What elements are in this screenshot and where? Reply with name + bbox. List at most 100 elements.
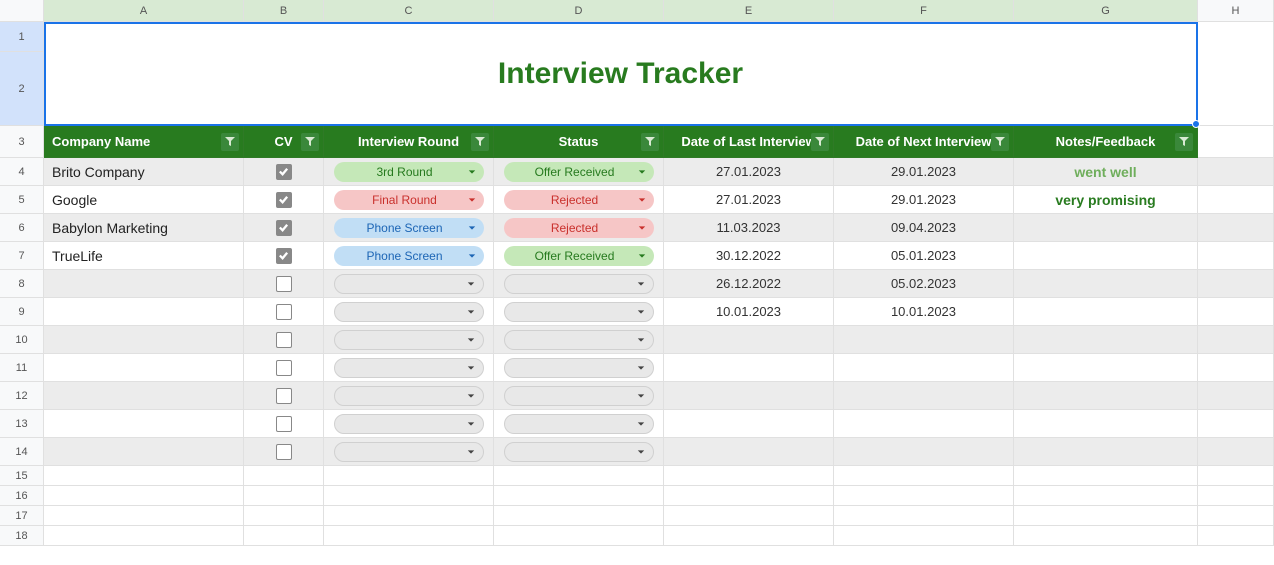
col-header-G[interactable]: G <box>1014 0 1198 22</box>
cv-checkbox[interactable] <box>276 304 292 320</box>
col-header-F[interactable]: F <box>834 0 1014 22</box>
round-cell[interactable] <box>324 298 494 326</box>
next-interview-cell[interactable] <box>834 382 1014 410</box>
empty-cell[interactable] <box>494 466 664 486</box>
row-header-5[interactable]: 5 <box>0 186 44 214</box>
notes-cell[interactable] <box>1014 214 1198 242</box>
empty-cell[interactable] <box>664 466 834 486</box>
cell-H[interactable] <box>1198 214 1274 242</box>
title-cell[interactable]: Interview Tracker <box>44 22 1198 126</box>
status-cell[interactable]: Offer Received <box>494 158 664 186</box>
status-cell[interactable]: Rejected <box>494 214 664 242</box>
empty-cell[interactable] <box>834 506 1014 526</box>
empty-cell[interactable] <box>494 506 664 526</box>
cell-H[interactable] <box>1198 298 1274 326</box>
col-header-E[interactable]: E <box>664 0 834 22</box>
row-header-18[interactable]: 18 <box>0 526 44 546</box>
status-cell[interactable] <box>494 270 664 298</box>
empty-cell[interactable] <box>664 526 834 546</box>
round-dropdown[interactable]: 3rd Round <box>334 162 484 182</box>
last-interview-cell[interactable] <box>664 326 834 354</box>
next-interview-cell[interactable]: 05.01.2023 <box>834 242 1014 270</box>
round-cell[interactable] <box>324 326 494 354</box>
status-dropdown[interactable]: Offer Received <box>504 246 654 266</box>
header-cv[interactable]: CV <box>244 126 324 158</box>
cv-checkbox[interactable] <box>276 276 292 292</box>
empty-cell[interactable] <box>1014 486 1198 506</box>
company-cell[interactable]: TrueLife <box>44 242 244 270</box>
last-interview-cell[interactable] <box>664 410 834 438</box>
status-cell[interactable] <box>494 326 664 354</box>
company-cell[interactable] <box>44 410 244 438</box>
header-round[interactable]: Interview Round <box>324 126 494 158</box>
empty-cell[interactable] <box>324 526 494 546</box>
empty-cell[interactable] <box>494 526 664 546</box>
last-interview-cell[interactable] <box>664 354 834 382</box>
status-dropdown[interactable] <box>504 442 654 462</box>
col-header-D[interactable]: D <box>494 0 664 22</box>
header-last[interactable]: Date of Last Interview <box>664 126 834 158</box>
row-header-7[interactable]: 7 <box>0 242 44 270</box>
status-cell[interactable] <box>494 298 664 326</box>
row-header-3[interactable]: 3 <box>0 126 44 158</box>
status-dropdown[interactable] <box>504 414 654 434</box>
empty-cell[interactable] <box>494 486 664 506</box>
cv-cell[interactable] <box>244 242 324 270</box>
col-header-A[interactable]: A <box>44 0 244 22</box>
status-cell[interactable] <box>494 438 664 466</box>
cv-checkbox[interactable] <box>276 248 292 264</box>
empty-cell[interactable] <box>1014 526 1198 546</box>
notes-cell[interactable]: very promising <box>1014 186 1198 214</box>
round-dropdown[interactable]: Phone Screen <box>334 246 484 266</box>
round-dropdown[interactable] <box>334 442 484 462</box>
empty-cell[interactable] <box>244 526 324 546</box>
empty-cell[interactable] <box>324 506 494 526</box>
cell-H[interactable] <box>1198 158 1274 186</box>
round-dropdown[interactable]: Final Round <box>334 190 484 210</box>
filter-icon[interactable] <box>641 133 659 151</box>
next-interview-cell[interactable]: 29.01.2023 <box>834 158 1014 186</box>
empty-cell[interactable] <box>324 466 494 486</box>
last-interview-cell[interactable]: 30.12.2022 <box>664 242 834 270</box>
cell-H[interactable] <box>1198 382 1274 410</box>
cell-H[interactable] <box>1198 438 1274 466</box>
status-dropdown[interactable] <box>504 274 654 294</box>
row-header-12[interactable]: 12 <box>0 382 44 410</box>
col-header-B[interactable]: B <box>244 0 324 22</box>
next-interview-cell[interactable]: 10.01.2023 <box>834 298 1014 326</box>
cv-cell[interactable] <box>244 326 324 354</box>
empty-cell[interactable] <box>244 506 324 526</box>
status-dropdown[interactable] <box>504 358 654 378</box>
header-next[interactable]: Date of Next Interview <box>834 126 1014 158</box>
cv-checkbox[interactable] <box>276 360 292 376</box>
empty-cell[interactable] <box>1198 466 1274 486</box>
notes-cell[interactable] <box>1014 298 1198 326</box>
row-header-11[interactable]: 11 <box>0 354 44 382</box>
cell-H[interactable] <box>1198 186 1274 214</box>
cv-cell[interactable] <box>244 438 324 466</box>
next-interview-cell[interactable]: 05.02.2023 <box>834 270 1014 298</box>
round-cell[interactable] <box>324 382 494 410</box>
empty-cell[interactable] <box>1014 506 1198 526</box>
empty-cell[interactable] <box>834 466 1014 486</box>
row-header-2[interactable]: 2 <box>0 52 44 126</box>
cv-checkbox[interactable] <box>276 192 292 208</box>
empty-cell[interactable] <box>44 506 244 526</box>
cv-checkbox[interactable] <box>276 164 292 180</box>
round-cell[interactable] <box>324 354 494 382</box>
empty-cell[interactable] <box>1198 506 1274 526</box>
last-interview-cell[interactable]: 27.01.2023 <box>664 158 834 186</box>
col-header-C[interactable]: C <box>324 0 494 22</box>
company-cell[interactable]: Babylon Marketing <box>44 214 244 242</box>
notes-cell[interactable] <box>1014 382 1198 410</box>
company-cell[interactable] <box>44 438 244 466</box>
round-dropdown[interactable] <box>334 274 484 294</box>
cv-checkbox[interactable] <box>276 388 292 404</box>
status-cell[interactable] <box>494 382 664 410</box>
round-cell[interactable]: Final Round <box>324 186 494 214</box>
next-interview-cell[interactable]: 29.01.2023 <box>834 186 1014 214</box>
cell-H3[interactable] <box>1198 126 1274 158</box>
filter-icon[interactable] <box>221 133 239 151</box>
cv-checkbox[interactable] <box>276 220 292 236</box>
cv-cell[interactable] <box>244 382 324 410</box>
